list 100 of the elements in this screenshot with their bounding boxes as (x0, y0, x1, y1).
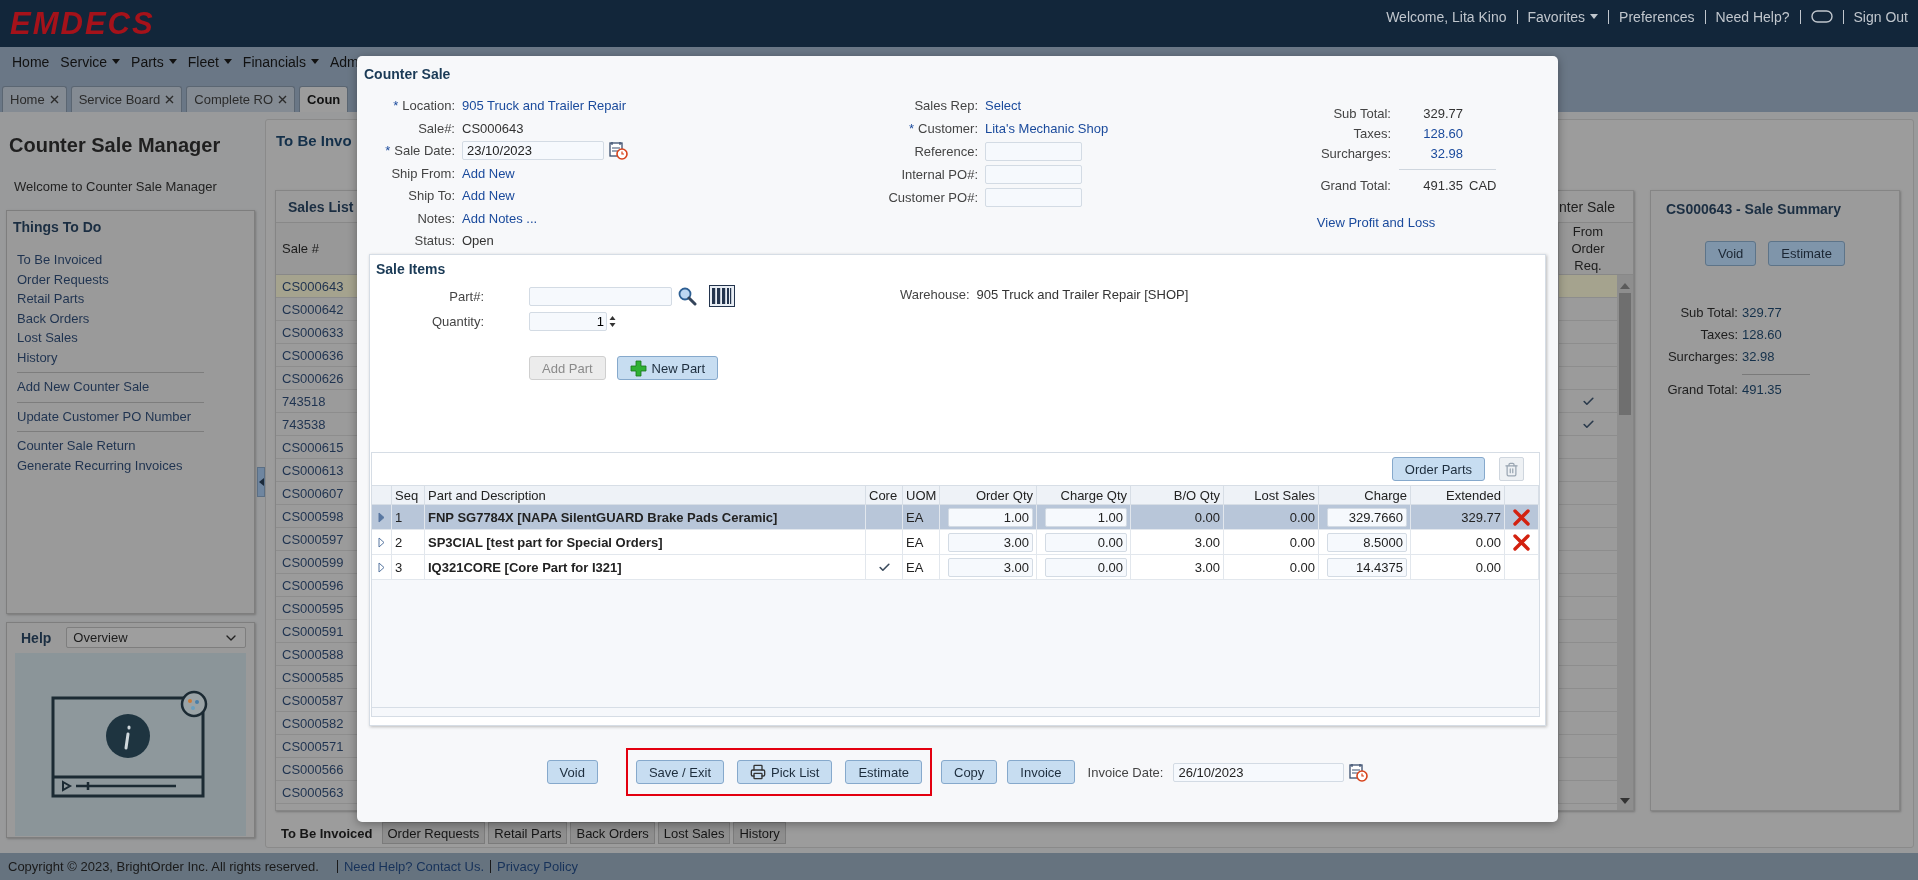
tab[interactable]: Complete RO (186, 86, 296, 112)
toggle-icon[interactable] (1810, 10, 1833, 23)
sale-number: 743538 (281, 416, 327, 432)
field-link[interactable]: Lita's Mechanic Shop (985, 121, 1109, 136)
close-icon[interactable] (165, 95, 175, 104)
action-button[interactable]: Invoice (1007, 760, 1075, 784)
total-label: Surcharges: (1319, 146, 1391, 161)
scroll-down-icon[interactable] (1620, 798, 1630, 804)
close-icon[interactable] (49, 95, 59, 104)
task-link[interactable]: Back Orders (17, 308, 90, 328)
invoice-date-field[interactable]: 26/10/2023 (1173, 762, 1345, 782)
order-qty-field[interactable]: 3.00 (948, 557, 1033, 577)
check-icon (877, 560, 891, 574)
date-field[interactable]: 23/10/2023 (462, 141, 604, 160)
delete-icon[interactable] (1513, 508, 1530, 526)
task-link[interactable]: To Be Invoiced (17, 250, 103, 270)
bottom-tab[interactable]: Lost Sales (657, 822, 731, 844)
charge-qty-field[interactable]: 0.00 (1045, 557, 1127, 577)
field-link[interactable]: Add New (462, 165, 515, 181)
menu-item[interactable]: Home (12, 53, 50, 70)
sale-number: CS000626 (281, 370, 345, 386)
action-button[interactable]: Estimate (845, 760, 922, 784)
tab[interactable]: Coun (299, 86, 349, 112)
field-link[interactable]: Select (985, 98, 1022, 113)
header-link[interactable]: Preferences (1619, 8, 1695, 25)
action-button[interactable]: Void (546, 760, 598, 784)
expand-icon[interactable] (378, 511, 385, 523)
charge-qty-field[interactable]: 0.00 (1045, 532, 1127, 552)
task-link[interactable]: Lost Sales (17, 328, 78, 348)
task-link[interactable]: History (17, 347, 58, 367)
header-link[interactable]: Sign Out (1853, 8, 1908, 25)
search-icon[interactable] (677, 286, 697, 306)
expand-icon[interactable] (378, 536, 385, 548)
task-link[interactable]: Retail Parts (17, 289, 85, 309)
bottom-tab[interactable]: Order Requests (381, 822, 486, 844)
scrollbar-thumb[interactable] (1619, 293, 1631, 415)
menu-item[interactable]: Service (60, 53, 121, 70)
bottom-tab[interactable]: Back Orders (570, 822, 655, 844)
calendar-icon[interactable] (1349, 762, 1369, 782)
charge-field[interactable]: 8.5000 (1327, 532, 1407, 552)
charge-field[interactable]: 329.7660 (1327, 507, 1407, 527)
table-cell: EA (903, 530, 940, 554)
total-label: Sub Total: (1332, 106, 1391, 121)
tab[interactable]: Home (2, 86, 67, 112)
calendar-icon[interactable] (609, 141, 628, 160)
new-part-button[interactable]: New Part (616, 356, 719, 380)
sale-number: CS000566 (281, 761, 345, 777)
total-value[interactable]: 128.60 (1391, 126, 1463, 141)
quantity-field[interactable]: 1 (529, 312, 607, 331)
caret-icon (223, 59, 232, 64)
close-icon[interactable] (278, 95, 288, 104)
task-link[interactable]: Generate Recurring Invoices (17, 455, 183, 475)
sale-number: CS000642 (281, 301, 345, 317)
item-row[interactable]: 2 SP3CIAL [test part for Special Orders] EA 3.00 0.00 3.00 0.00 8.5000 0.00 (372, 530, 1539, 555)
item-row[interactable]: 3 IQ321CORE [Core Part for I321] EA 3.00 0.00 3.00 0.00 14.4375 0.00 (372, 555, 1539, 580)
field-link[interactable]: Add Notes ... (462, 210, 538, 226)
help-topic-select[interactable]: Overview (66, 627, 246, 648)
bottom-tab[interactable]: History (733, 822, 786, 844)
column-header: Lost Sales (1224, 486, 1319, 504)
pick-list-button[interactable]: Pick List (737, 760, 833, 784)
summary-button[interactable]: Void (1705, 241, 1757, 266)
task-link[interactable]: Counter Sale Return (17, 436, 136, 456)
scroll-up-icon[interactable] (1620, 283, 1630, 289)
task-link[interactable]: Add New Counter Sale (17, 377, 150, 397)
delete-icon[interactable] (1513, 533, 1530, 551)
sale-number: CS000599 (281, 554, 345, 570)
action-button[interactable]: Copy (941, 760, 998, 784)
part-field[interactable] (529, 286, 672, 306)
task-link[interactable]: Order Requests (17, 269, 109, 289)
input-field[interactable] (985, 142, 1082, 161)
charge-qty-field[interactable]: 1.00 (1045, 507, 1127, 527)
field-link[interactable]: Add New (462, 188, 515, 203)
summary-button[interactable]: Estimate (1768, 241, 1845, 266)
profit-loss-link[interactable]: View Profit and Loss (1316, 215, 1436, 230)
header-menu[interactable]: Favorites (1527, 8, 1599, 25)
charge-field[interactable]: 14.4375 (1327, 557, 1407, 577)
collapse-handle[interactable] (257, 467, 265, 497)
sale-number: CS000597 (281, 531, 345, 547)
menu-item[interactable]: Fleet (187, 53, 232, 70)
input-field[interactable] (985, 165, 1082, 184)
order-qty-field[interactable]: 3.00 (948, 532, 1033, 552)
item-row[interactable]: 1 FNP SG7784X [NAPA SilentGUARD Brake Pads Ceramic] EA 1.00 1.00 0.00 0.00 329.7660 329.77 (372, 505, 1539, 530)
order-parts-button[interactable]: Order Parts (1391, 457, 1485, 481)
scrollbar[interactable] (1617, 275, 1633, 810)
tab[interactable]: Service Board (70, 86, 183, 112)
bottom-tab[interactable]: To Be Invoiced (275, 822, 379, 844)
menu-item[interactable]: Financials (242, 53, 319, 70)
input-field[interactable] (985, 188, 1082, 207)
menu-item[interactable]: Parts (131, 53, 177, 70)
sale-number: CS000598 (281, 508, 345, 524)
header-link[interactable]: Need Help? (1715, 8, 1790, 25)
field-label: Customer: (918, 121, 978, 136)
task-link[interactable]: Update Customer PO Number (17, 406, 192, 426)
action-button[interactable]: Save / Exit (635, 760, 724, 784)
total-value[interactable]: 32.98 (1391, 146, 1463, 161)
field-link[interactable]: 905 Truck and Trailer Repair (462, 98, 627, 113)
order-qty-field[interactable]: 1.00 (948, 507, 1033, 527)
expand-icon[interactable] (378, 561, 385, 573)
barcode-icon[interactable] (709, 285, 735, 307)
bottom-tab[interactable]: Retail Parts (488, 822, 568, 844)
